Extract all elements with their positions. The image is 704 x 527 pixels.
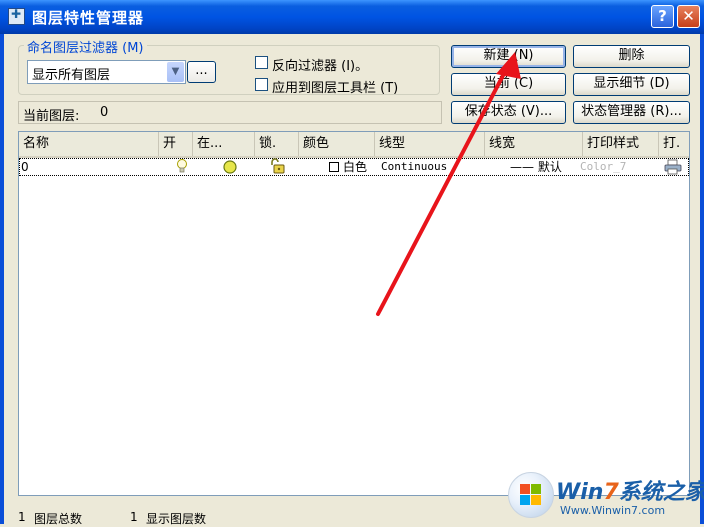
checkbox-box[interactable]: [255, 56, 268, 69]
window-title: 图层特性管理器: [32, 9, 145, 27]
column-header-on[interactable]: 开: [159, 132, 193, 156]
table-row[interactable]: 0 白色 Continuous —— 默认 Color_7: [19, 158, 689, 176]
window-frame-left: [0, 34, 4, 524]
column-header-lock[interactable]: 锁.: [255, 132, 299, 156]
column-header-freeze[interactable]: 在...: [193, 132, 255, 156]
show-details-button[interactable]: 显示细节 (D): [573, 73, 690, 96]
chevron-down-icon[interactable]: ▼: [167, 62, 184, 82]
set-current-button[interactable]: 当前 (C): [451, 73, 566, 96]
invert-filter-label: 反向过滤器 (I)。: [272, 59, 369, 74]
column-header-linetype[interactable]: 线型: [375, 132, 485, 156]
layer-name: 0: [21, 160, 29, 174]
window-frame-right: [700, 34, 704, 524]
column-header-name[interactable]: 名称: [19, 132, 159, 156]
layer-plot-style: Color_7: [580, 160, 627, 173]
help-button[interactable]: ?: [651, 5, 674, 28]
printer-icon[interactable]: [664, 159, 682, 175]
shown-layer-count: 1: [130, 510, 138, 524]
filter-group-label: 命名图层过滤器 (M): [24, 37, 147, 56]
checkbox-box[interactable]: [255, 78, 268, 91]
save-state-button[interactable]: 保存状态 (V)...: [451, 101, 566, 124]
filter-browse-button[interactable]: ...: [187, 61, 216, 83]
sun-icon[interactable]: [222, 159, 238, 175]
column-header-lineweight[interactable]: 线宽: [485, 132, 583, 156]
layer-filter-value: 显示所有图层: [32, 68, 111, 83]
current-layer-value: 0: [100, 105, 109, 120]
delete-layer-button[interactable]: 删除: [573, 45, 690, 68]
lightbulb-icon[interactable]: [176, 158, 188, 174]
column-header-plot[interactable]: 打.: [659, 132, 689, 156]
total-layer-label: 图层总数: [34, 512, 83, 526]
app-icon: [8, 7, 25, 25]
new-layer-button[interactable]: 新建 (N): [451, 45, 566, 68]
close-button[interactable]: ✕: [677, 5, 700, 28]
column-header-color[interactable]: 颜色: [299, 132, 375, 156]
current-layer-label: 当前图层:: [23, 109, 80, 124]
watermark-brand: Win7系统之家: [556, 480, 704, 505]
layer-lineweight[interactable]: —— 默认: [510, 159, 562, 175]
apply-toolbar-label: 应用到图层工具栏 (T): [272, 81, 399, 96]
windows-logo-icon: [508, 472, 554, 518]
layer-color[interactable]: 白色: [343, 159, 367, 175]
current-layer-field: 当前图层: 0: [18, 101, 442, 124]
unlock-icon[interactable]: [269, 158, 287, 174]
shown-layer-label: 显示图层数: [146, 512, 207, 526]
title-bar[interactable]: 图层特性管理器 ? ✕: [0, 0, 704, 34]
total-layer-count: 1: [18, 510, 26, 524]
color-swatch[interactable]: [329, 162, 339, 172]
column-header-plot-style[interactable]: 打印样式: [583, 132, 659, 156]
list-header: 名称 开 在... 锁. 颜色 线型 线宽 打印样式 打.: [19, 132, 689, 158]
site-watermark: Win7系统之家 Www.Winwin7.com: [504, 470, 704, 520]
state-manager-button[interactable]: 状态管理器 (R)...: [573, 101, 690, 124]
layer-list[interactable]: 名称 开 在... 锁. 颜色 线型 线宽 打印样式 打. 0 白色 Conti…: [18, 131, 690, 496]
layer-linetype[interactable]: Continuous: [381, 159, 447, 175]
layer-filter-combo[interactable]: 显示所有图层 ▼: [27, 60, 186, 84]
watermark-url: Www.Winwin7.com: [560, 504, 666, 517]
